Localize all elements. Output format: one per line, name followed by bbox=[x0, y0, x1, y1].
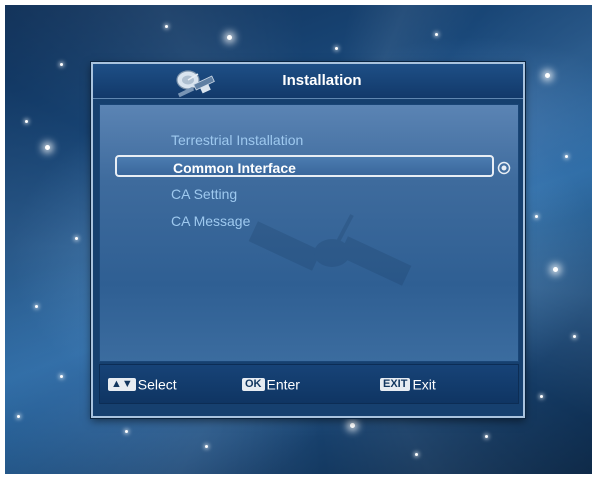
exit-key-icon: EXIT bbox=[380, 377, 411, 391]
star bbox=[573, 335, 576, 338]
star bbox=[75, 237, 78, 240]
menu-item-ca-message[interactable]: CA Message bbox=[165, 210, 491, 232]
menu-item-ca-setting[interactable]: CA Setting bbox=[165, 183, 491, 205]
updown-key-icon: ▲▼ bbox=[108, 377, 136, 391]
dialog-title-bar: Installation bbox=[93, 64, 523, 99]
star bbox=[35, 305, 38, 308]
key-hint-bar: ▲▼ Select OK Enter EXIT Exit bbox=[99, 364, 519, 404]
hint-exit: EXIT Exit bbox=[380, 374, 436, 392]
star bbox=[25, 120, 28, 123]
star bbox=[205, 445, 208, 448]
star bbox=[60, 375, 63, 378]
dialog-title: Installation bbox=[282, 72, 362, 89]
star bbox=[435, 33, 438, 36]
hint-exit-label: Exit bbox=[412, 376, 436, 393]
hint-enter: OK Enter bbox=[242, 374, 300, 392]
star bbox=[485, 435, 488, 438]
hint-select: ▲▼ Select bbox=[108, 374, 177, 392]
menu-item-common-interface[interactable]: Common Interface bbox=[115, 155, 494, 177]
star bbox=[350, 423, 355, 428]
star bbox=[415, 453, 418, 456]
radio-selected-icon bbox=[497, 161, 511, 175]
star bbox=[545, 73, 550, 78]
hint-enter-label: Enter bbox=[266, 376, 300, 393]
star bbox=[125, 430, 128, 433]
installation-dialog: Installation Terrestrial Installation Co… bbox=[91, 62, 525, 418]
star bbox=[45, 145, 50, 150]
menu-item-terrestrial-installation[interactable]: Terrestrial Installation bbox=[165, 129, 491, 151]
star bbox=[540, 395, 543, 398]
star bbox=[335, 47, 338, 50]
hint-select-label: Select bbox=[137, 376, 177, 393]
star bbox=[60, 63, 63, 66]
menu-panel: Terrestrial Installation Common Interfac… bbox=[99, 104, 519, 362]
star bbox=[565, 155, 568, 158]
tv-screen: Installation Terrestrial Installation Co… bbox=[5, 5, 592, 474]
star bbox=[227, 35, 232, 40]
ok-key-icon: OK bbox=[242, 377, 265, 391]
star bbox=[535, 215, 538, 218]
star bbox=[17, 415, 20, 418]
star bbox=[165, 25, 168, 28]
star bbox=[553, 267, 558, 272]
